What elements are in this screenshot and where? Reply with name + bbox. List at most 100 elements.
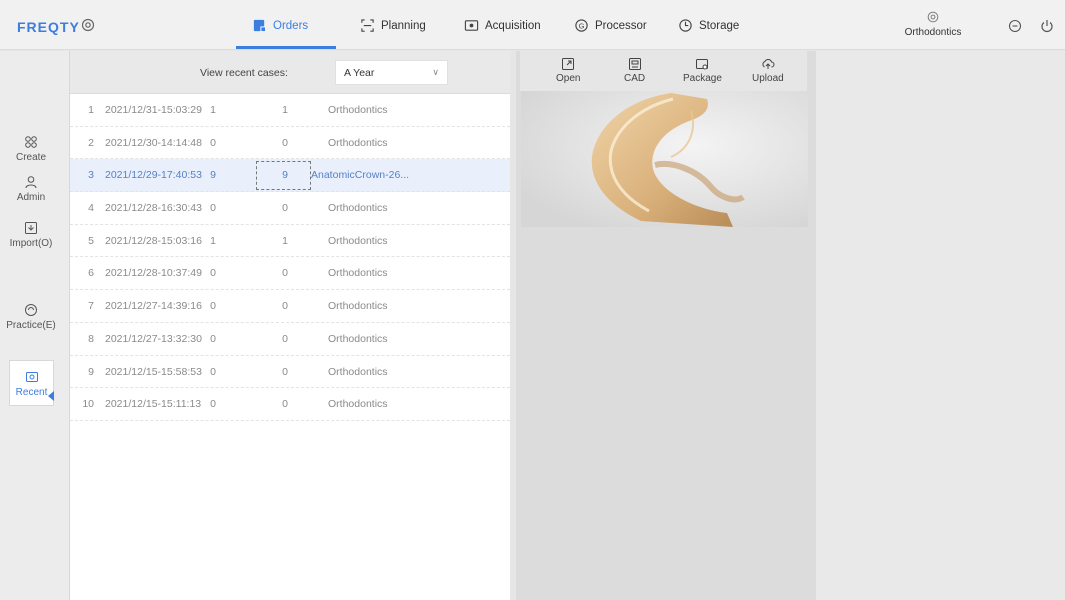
row-date: 2021/12/15-15:11:13 bbox=[105, 398, 202, 411]
recent-icon bbox=[25, 372, 38, 382]
row-case-type: Orthodontics bbox=[328, 300, 388, 313]
admin-icon bbox=[25, 176, 37, 189]
table-row[interactable]: 9 2021/12/15-15:58:53 0 0 Orthodontics bbox=[70, 356, 510, 389]
sidebar-item-create[interactable]: Create bbox=[0, 135, 62, 163]
row-case-type: AnatomicCrown-26... bbox=[311, 169, 410, 182]
tab-label: Storage bbox=[699, 19, 740, 32]
row-case-type: Orthodontics bbox=[328, 365, 388, 378]
sidebar-item-practice[interactable]: Practice(E) bbox=[0, 303, 62, 331]
row-case-type: Orthodontics bbox=[328, 104, 388, 116]
row-count-b: 1 bbox=[282, 234, 288, 247]
row-count-a: 0 bbox=[210, 267, 216, 280]
row-count-a: 1 bbox=[210, 104, 216, 116]
recent-range-select[interactable]: A Year ∨ bbox=[335, 60, 448, 85]
row-number: 8 bbox=[88, 332, 94, 345]
table-row[interactable]: 4 2021/12/28-16:30:43 0 0 Orthodontics bbox=[70, 192, 510, 225]
row-count-b: 0 bbox=[282, 202, 288, 215]
orders-icon bbox=[253, 19, 267, 33]
import-icon bbox=[25, 222, 37, 234]
preview-area: Open CAD Package Upload bbox=[516, 51, 816, 600]
row-date: 2021/12/27-14:39:16 bbox=[105, 300, 202, 313]
row-case-type: Orthodontics bbox=[328, 267, 388, 280]
filter-bar: View recent cases: A Year ∨ bbox=[70, 51, 510, 94]
power-icon[interactable] bbox=[1040, 19, 1054, 33]
cad-icon bbox=[628, 58, 641, 70]
tool-label: Upload bbox=[752, 73, 784, 84]
tab-storage[interactable]: Storage bbox=[678, 18, 739, 33]
table-row[interactable]: 1 2021/12/31-15:03:29 1 1 Orthodontics bbox=[70, 94, 510, 127]
tab-label: Acquisition bbox=[485, 19, 541, 32]
row-count-b: 9 bbox=[282, 169, 288, 182]
row-case-type: Orthodontics bbox=[328, 202, 388, 215]
sidebar-item-import[interactable]: Import(O) bbox=[0, 221, 62, 249]
practice-icon bbox=[25, 304, 37, 316]
svg-text:G: G bbox=[579, 21, 585, 30]
cad-button[interactable]: CAD bbox=[624, 57, 645, 84]
table-row[interactable]: 7 2021/12/27-14:39:16 0 0 Orthodontics bbox=[70, 290, 510, 323]
table-row[interactable]: 10 2021/12/15-15:11:13 0 0 Orthodontics bbox=[70, 388, 510, 421]
tab-label: Planning bbox=[381, 19, 426, 32]
row-count-a: 0 bbox=[210, 365, 216, 378]
gear-icon[interactable] bbox=[80, 17, 96, 33]
row-count-b: 0 bbox=[282, 365, 288, 378]
right-panel bbox=[816, 51, 1065, 600]
row-number: 9 bbox=[88, 365, 94, 378]
row-count-b: 0 bbox=[282, 136, 288, 149]
profile-label: Orthodontics bbox=[904, 27, 962, 38]
dental-model-preview[interactable] bbox=[521, 91, 808, 227]
row-date: 2021/12/27-13:32:30 bbox=[105, 332, 202, 345]
upload-icon bbox=[762, 59, 775, 69]
minimize-icon[interactable] bbox=[1008, 19, 1022, 33]
select-value: A Year bbox=[344, 67, 375, 79]
profile-settings[interactable]: Orthodontics bbox=[893, 10, 973, 38]
sidebar-item-label: Recent bbox=[15, 387, 48, 398]
tab-planning[interactable]: Planning bbox=[360, 18, 426, 33]
tab-processor[interactable]: G Processor bbox=[574, 18, 647, 33]
row-count-a: 0 bbox=[210, 202, 216, 215]
row-number: 3 bbox=[88, 169, 94, 182]
sidebar-item-label: Import(O) bbox=[9, 238, 53, 249]
package-button[interactable]: Package bbox=[683, 57, 722, 84]
tab-acquisition[interactable]: Acquisition bbox=[464, 18, 541, 33]
row-count-a: 0 bbox=[210, 300, 216, 313]
case-list: 1 2021/12/31-15:03:29 1 1 Orthodontics 2 2021/… bbox=[70, 94, 510, 421]
planning-icon bbox=[361, 19, 374, 32]
open-button[interactable]: Open bbox=[556, 57, 580, 84]
filter-label: View recent cases: bbox=[200, 67, 288, 79]
row-date: 2021/12/28-10:37:49 bbox=[105, 267, 202, 280]
package-icon bbox=[696, 59, 709, 70]
app-logo: FREQTY bbox=[17, 19, 80, 35]
tab-label: Orders bbox=[273, 19, 309, 32]
row-date: 2021/12/29-17:40:53 bbox=[105, 169, 202, 182]
tool-label: CAD bbox=[624, 73, 646, 84]
row-count-a: 1 bbox=[210, 234, 216, 247]
storage-icon bbox=[679, 19, 692, 32]
row-count-a: 0 bbox=[210, 136, 216, 149]
row-date: 2021/12/15-15:58:53 bbox=[105, 365, 202, 378]
row-count-a: 0 bbox=[210, 332, 216, 345]
table-row[interactable]: 5 2021/12/28-15:03:16 1 1 Orthodontics bbox=[70, 225, 510, 258]
tab-label: Processor bbox=[595, 19, 647, 32]
left-sidebar: Create Admin Import(O) Practice(E) Recen… bbox=[0, 51, 70, 600]
row-count-a: 9 bbox=[210, 169, 216, 182]
tab-orders[interactable]: Orders bbox=[252, 18, 308, 33]
table-row[interactable]: 3 2021/12/29-17:40:53 9 9 AnatomicCrown-26..… bbox=[70, 159, 510, 193]
case-toolbar: Open CAD Package Upload bbox=[520, 51, 807, 91]
table-row[interactable]: 2 2021/12/30-14:14:48 0 0 Orthodontics bbox=[70, 127, 510, 160]
row-number: 2 bbox=[88, 136, 94, 149]
sidebar-item-label: Practice(E) bbox=[6, 320, 56, 331]
table-row[interactable]: 6 2021/12/28-10:37:49 0 0 Orthodontics bbox=[70, 257, 510, 291]
row-date: 2021/12/30-14:14:48 bbox=[105, 136, 202, 149]
row-case-type: Orthodontics bbox=[328, 398, 388, 411]
row-case-type: Orthodontics bbox=[328, 234, 388, 247]
row-count-b: 0 bbox=[282, 398, 288, 411]
create-icon bbox=[25, 136, 37, 148]
processor-icon: G bbox=[575, 19, 588, 32]
row-count-b: 0 bbox=[282, 300, 288, 313]
table-row[interactable]: 8 2021/12/27-13:32:30 0 0 Orthodontics bbox=[70, 323, 510, 356]
tool-label: Package bbox=[683, 73, 722, 84]
sidebar-item-admin[interactable]: Admin bbox=[0, 175, 62, 203]
upload-button[interactable]: Upload bbox=[752, 57, 784, 84]
row-number: 10 bbox=[82, 398, 94, 411]
row-date: 2021/12/28-15:03:16 bbox=[105, 234, 202, 247]
